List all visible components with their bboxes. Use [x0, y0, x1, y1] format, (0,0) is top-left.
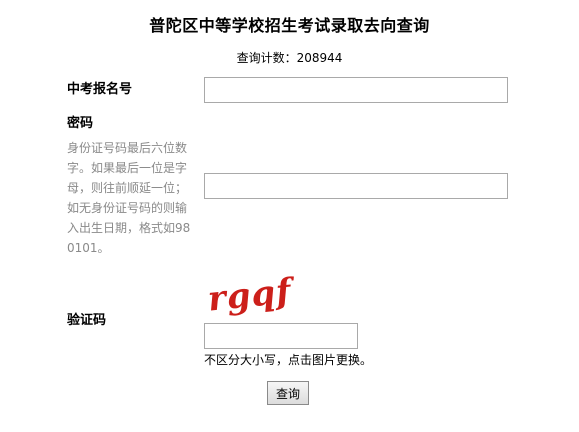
captcha-image[interactable]: rgqf — [204, 270, 314, 320]
query-button[interactable]: 查询 — [267, 381, 309, 405]
captcha-graphic: rgqf — [206, 271, 298, 320]
query-counter-value: 208944 — [296, 51, 343, 65]
query-counter-label: 查询计数： — [236, 51, 297, 65]
captcha-hint: 不区分大小写，点击图片更换。 — [204, 353, 373, 367]
captcha-input[interactable] — [204, 323, 358, 349]
password-label: 密码 — [67, 116, 94, 131]
captcha-label: 验证码 — [67, 313, 107, 328]
page-title: 普陀区中等学校招生考试录取去向查询 — [149, 16, 430, 35]
captcha-text: rgqf — [206, 271, 298, 316]
password-input[interactable] — [204, 173, 508, 199]
exam-id-input[interactable] — [204, 77, 508, 103]
query-counter: 查询计数：208944 — [0, 50, 579, 66]
password-hint: 身份证号码最后六位数字。如果最后一位是字母，则往前顺延一位；如无身份证号码的则输… — [67, 141, 191, 255]
exam-id-label: 中考报名号 — [67, 82, 133, 97]
